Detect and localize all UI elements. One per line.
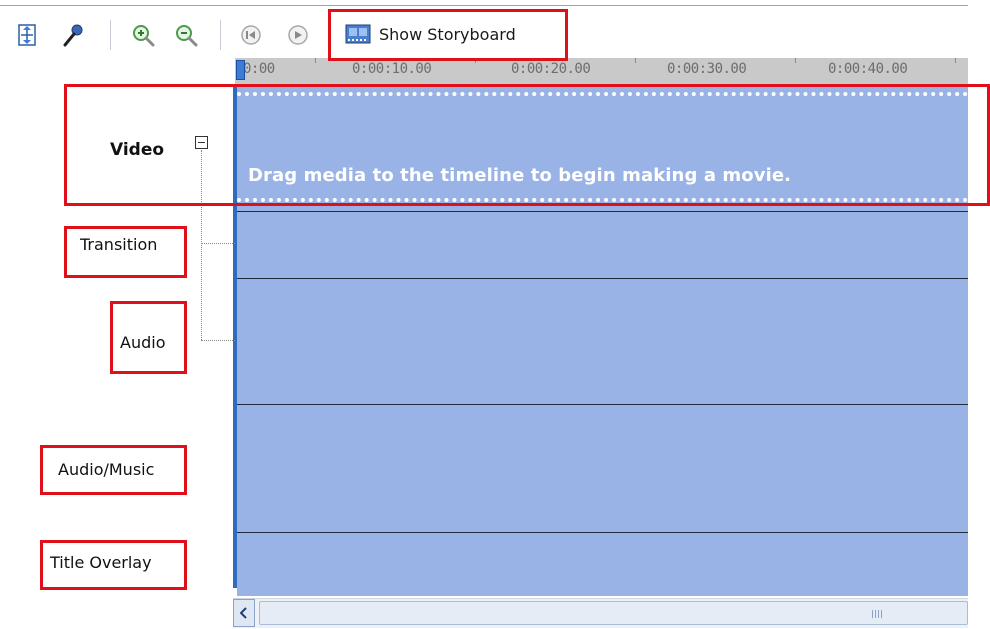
timeline-horizontal-scrollbar[interactable]: [233, 598, 968, 628]
highlight-video-track: [64, 84, 990, 206]
track-tree-connector: [201, 243, 235, 244]
scroll-thumb[interactable]: [259, 601, 968, 625]
ruler-tick-label: 0:00:40.00: [828, 61, 908, 77]
ruler-minor-tick: [635, 58, 636, 63]
highlight-show-storyboard: [328, 9, 568, 61]
toolbar-top-border: [0, 5, 968, 6]
zoom-in-icon[interactable]: [130, 22, 156, 48]
ruler-minor-tick: [315, 58, 316, 63]
track-divider: [237, 532, 968, 533]
chevron-left-icon: [240, 607, 247, 619]
track-divider: [237, 404, 968, 405]
scroll-thumb-grip-icon: [872, 610, 884, 618]
ruler-minor-tick: [795, 58, 796, 63]
ruler-tick-label: 0:00:30.00: [667, 61, 747, 77]
ruler-minor-tick: [955, 58, 956, 63]
ruler-tick-label: 0:00:20.00: [511, 61, 591, 77]
ruler-tick-label: 0:00: [243, 61, 275, 77]
narrate-timeline-icon[interactable]: [60, 22, 86, 48]
track-divider: [237, 211, 968, 212]
toolbar-separator: [220, 20, 221, 50]
highlight-title-overlay-label: [40, 540, 187, 590]
toolbar-separator: [110, 20, 111, 50]
ruler-tick-label: 0:00:10.00: [352, 61, 432, 77]
scroll-left-button[interactable]: [233, 599, 255, 627]
play-icon[interactable]: [285, 22, 311, 48]
track-divider: [237, 278, 968, 279]
zoom-out-icon[interactable]: [173, 22, 199, 48]
highlight-transition-label: [64, 226, 187, 278]
highlight-audio-music-label: [40, 445, 187, 495]
playhead-marker[interactable]: [236, 60, 245, 80]
set-audio-levels-icon[interactable]: [14, 22, 40, 48]
rewind-icon[interactable]: [238, 22, 264, 48]
highlight-audio-label: [110, 301, 187, 374]
time-ruler[interactable]: 0:00 0:00:10.00 0:00:20.00 0:00:30.00 0:…: [235, 58, 968, 84]
track-tree-connector: [201, 340, 235, 341]
